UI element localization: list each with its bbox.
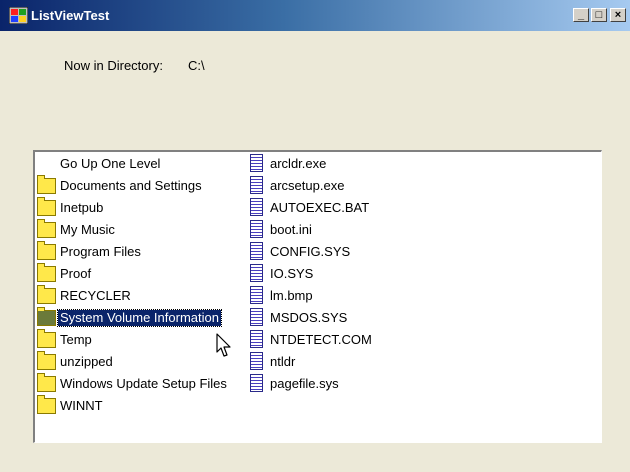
list-item-label: ntldr bbox=[270, 354, 296, 369]
list-item-label: unzipped bbox=[60, 354, 113, 369]
file-icon bbox=[250, 286, 263, 304]
list-item-label: arcldr.exe bbox=[270, 156, 327, 171]
folder-icon bbox=[37, 285, 56, 304]
list-item-label: WINNT bbox=[60, 398, 103, 413]
folder-icon bbox=[37, 263, 56, 282]
folder-icon bbox=[37, 175, 56, 194]
list-item-label: Go Up One Level bbox=[60, 156, 161, 171]
directory-path: C:\ bbox=[188, 58, 205, 73]
folder-icon bbox=[37, 219, 56, 238]
mouse-cursor-icon bbox=[216, 333, 231, 357]
list-item-label: Inetpub bbox=[60, 200, 104, 215]
list-item-label: AUTOEXEC.BAT bbox=[270, 200, 370, 215]
file-list-view[interactable]: Go Up One Level Documents and Settings I… bbox=[33, 150, 602, 443]
list-item-label: Proof bbox=[60, 266, 92, 281]
list-item-label: Windows Update Setup Files bbox=[60, 376, 227, 391]
folder-icon bbox=[37, 373, 56, 392]
list-item-label: Program Files bbox=[60, 244, 141, 259]
close-button[interactable]: × bbox=[610, 8, 626, 22]
list-item-label: lm.bmp bbox=[270, 288, 313, 303]
folder-icon bbox=[37, 241, 56, 260]
file-icon bbox=[250, 330, 263, 348]
file-icon bbox=[250, 198, 263, 216]
list-item-label: pagefile.sys bbox=[270, 376, 339, 391]
file-icon bbox=[250, 242, 263, 260]
list-item-label: CONFIG.SYS bbox=[270, 244, 351, 259]
list-item-label: Temp bbox=[60, 332, 92, 347]
directory-label: Now in Directory: bbox=[64, 58, 163, 73]
title-bar[interactable]: ListViewTest _ □ × bbox=[0, 0, 630, 31]
window-title: ListViewTest bbox=[31, 8, 110, 23]
list-item-label: boot.ini bbox=[270, 222, 312, 237]
file-icon bbox=[250, 220, 263, 238]
list-item-label: Documents and Settings bbox=[60, 178, 202, 193]
list-item-label: My Music bbox=[60, 222, 115, 237]
folder-icon bbox=[37, 351, 56, 370]
list-item-label: MSDOS.SYS bbox=[270, 310, 348, 325]
list-item-label: System Volume Information bbox=[57, 309, 222, 327]
file-icon bbox=[250, 154, 263, 172]
app-icon bbox=[9, 7, 28, 24]
app-window: ListViewTest _ □ × Now in Directory: C:\… bbox=[0, 0, 630, 472]
file-icon bbox=[250, 352, 263, 370]
list-item-label: arcsetup.exe bbox=[270, 178, 345, 193]
file-icon bbox=[250, 374, 263, 392]
file-icon bbox=[250, 264, 263, 282]
folder-icon bbox=[37, 307, 56, 326]
list-item-label: IO.SYS bbox=[270, 266, 314, 281]
list-item-label: NTDETECT.COM bbox=[270, 332, 372, 347]
minimize-button[interactable]: _ bbox=[573, 8, 589, 22]
maximize-button[interactable]: □ bbox=[591, 8, 607, 22]
folder-icon bbox=[37, 395, 56, 414]
folder-icon bbox=[37, 197, 56, 216]
folder-icon bbox=[37, 329, 56, 348]
list-item-label: RECYCLER bbox=[60, 288, 131, 303]
file-icon bbox=[250, 308, 263, 326]
file-icon bbox=[250, 176, 263, 194]
